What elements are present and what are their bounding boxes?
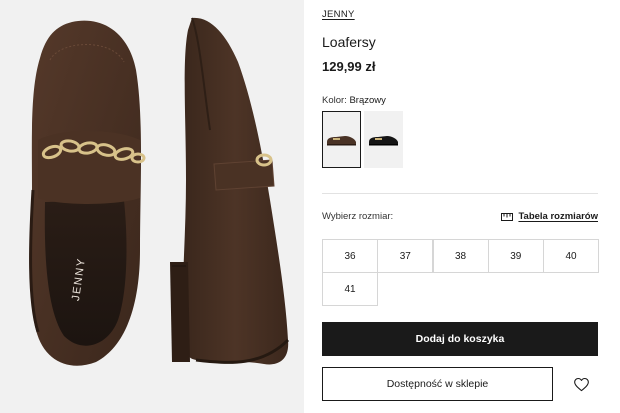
product-details: JENNY Loafersy 129,99 zł Kolor: Brązowy … — [322, 0, 599, 413]
product-price: 129,99 zł — [322, 59, 376, 74]
brand-link[interactable]: JENNY — [322, 9, 355, 20]
color-swatch-black[interactable] — [364, 111, 403, 168]
store-availability-button[interactable]: Dostępność w sklepie — [322, 367, 553, 401]
color-label-row: Kolor: Brązowy — [322, 95, 386, 106]
heart-icon — [573, 377, 589, 391]
size-chart-link[interactable]: Tabela rozmiarów — [501, 211, 598, 222]
product-title: Loafersy — [322, 34, 376, 50]
product-image[interactable]: JENNY — [0, 0, 304, 413]
size-option-36[interactable]: 36 — [322, 239, 378, 273]
size-option-41[interactable]: 41 — [322, 272, 378, 306]
color-value: Brązowy — [349, 95, 386, 106]
wishlist-button[interactable] — [571, 374, 591, 394]
ruler-icon — [501, 212, 514, 221]
add-to-cart-button[interactable]: Dodaj do koszyka — [322, 322, 598, 356]
size-grid: 36 37 38 39 40 41 — [322, 239, 599, 306]
section-divider — [322, 193, 598, 194]
loafer-photo — [29, 17, 290, 366]
size-label: Wybierz rozmiar: — [322, 211, 394, 222]
color-label: Kolor: — [322, 95, 347, 106]
loafer-thumbnail-black-icon — [369, 135, 398, 145]
loafer-thumbnail-brown-icon — [327, 135, 356, 145]
size-option-39[interactable]: 39 — [487, 239, 544, 273]
size-option-40[interactable]: 40 — [543, 239, 599, 273]
color-swatches — [322, 111, 403, 168]
color-swatch-brown[interactable] — [322, 111, 361, 168]
size-option-38[interactable]: 38 — [432, 239, 489, 273]
size-chart-label: Tabela rozmiarów — [518, 211, 598, 222]
size-option-37[interactable]: 37 — [377, 239, 434, 273]
